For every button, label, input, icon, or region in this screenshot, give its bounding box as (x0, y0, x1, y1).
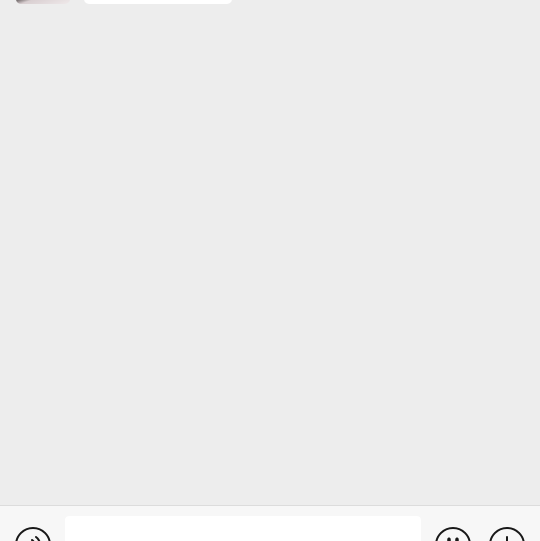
plus-icon (491, 529, 523, 541)
message-bubble[interactable] (84, 0, 232, 4)
voice-button[interactable] (15, 527, 51, 541)
voice-icon (17, 529, 49, 541)
message-input[interactable] (65, 516, 421, 541)
emoji-icon (437, 529, 469, 541)
chat-input-bar (0, 505, 540, 541)
contact-avatar[interactable] (16, 0, 70, 4)
message-row (16, 0, 316, 4)
more-button[interactable] (489, 527, 525, 541)
chat-message-area (0, 0, 540, 505)
emoji-button[interactable] (435, 527, 471, 541)
